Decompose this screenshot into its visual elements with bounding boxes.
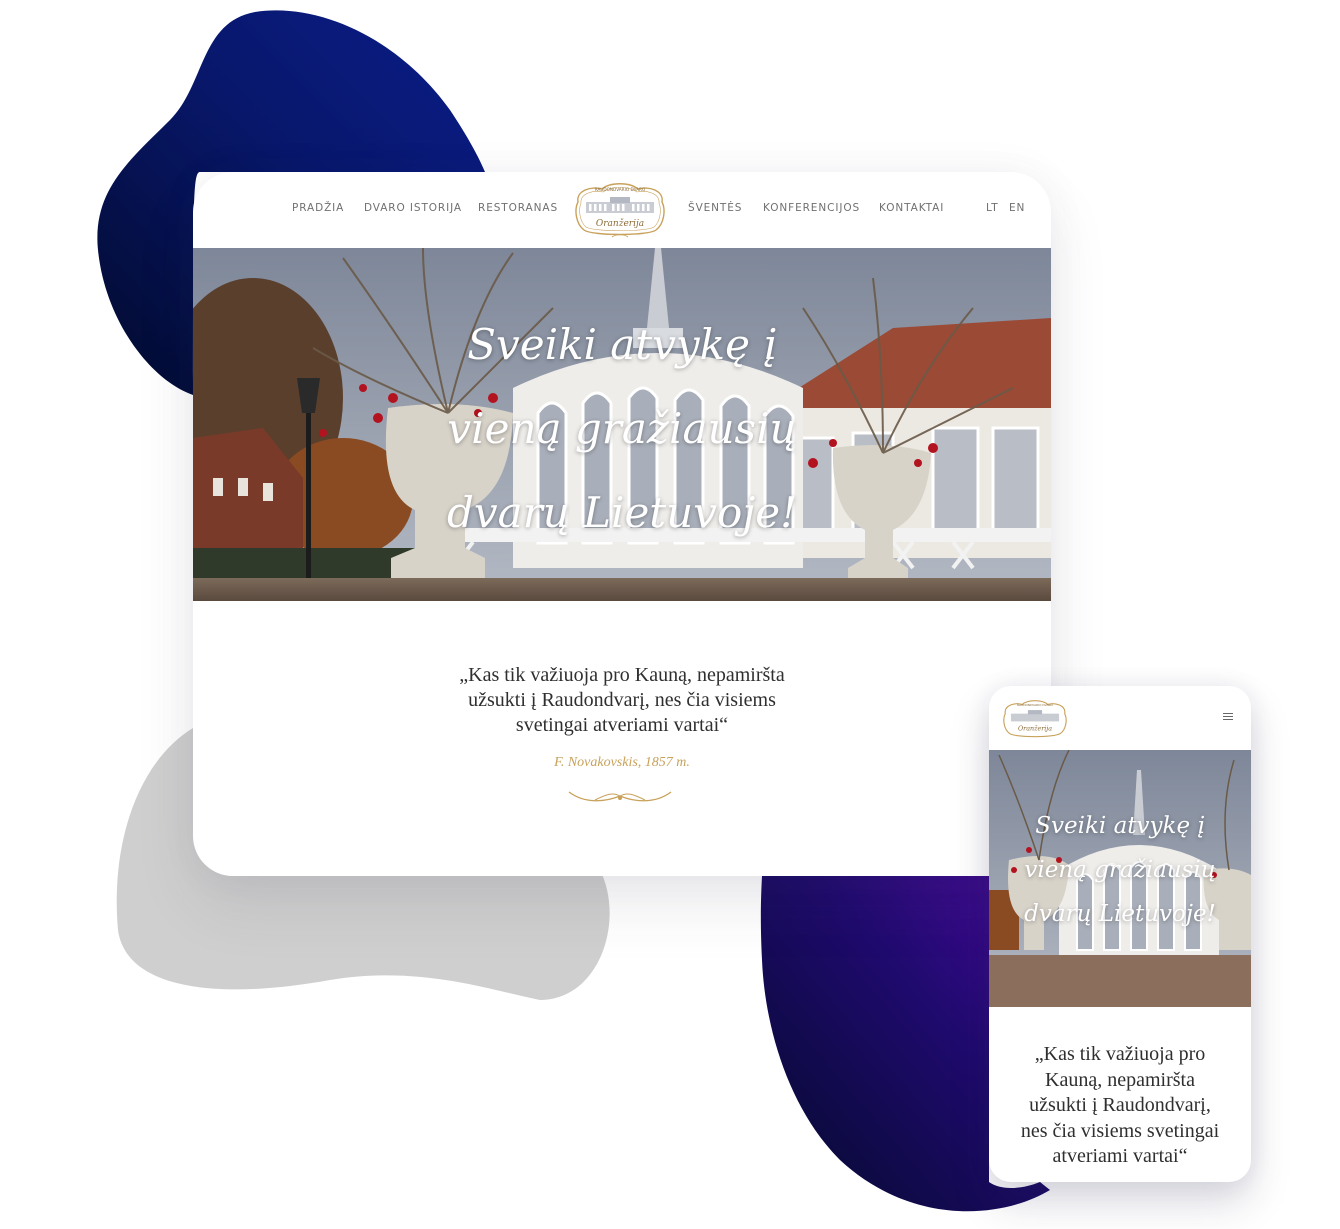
mobile-quote-text: „Kas tik važiuoja pro Kauną, nepamiršta … [989,1042,1251,1170]
mobile-hero-banner: Sveiki atvykę į vieną gražiausių dvarų L… [989,750,1251,1007]
hamburger-menu-icon[interactable] [1223,713,1233,721]
main-navigation: PRADŽIA DVARO ISTORIJA RESTORANAS ŠVENTĖ… [193,172,1051,248]
mobile-hero-title-line-2: vieną gražiausių [1024,857,1216,883]
mobile-logo-script-text: Oranžerija [1018,725,1052,733]
quote-line-3: svetingai atveriami vartai“ [515,714,729,736]
mobile-hero-title: Sveiki atvykę į vieną gražiausių dvarų L… [989,804,1251,936]
mobile-quote-line-4: nes čia visiems svetingai [1020,1119,1220,1142]
mobile-hero-title-line-3: dvarų Lietuvoje! [1024,901,1216,927]
hero-title-line-3: dvarų Lietuvoje! [446,488,797,537]
mobile-quote-line-5: atveriami vartai“ [1052,1145,1188,1167]
hero-title-line-1: Sveiki atvykę į [467,320,777,369]
lang-lt-link[interactable]: LT [986,202,999,214]
mobile-manor-logo[interactable]: RAUDONDVARIO DVARO Oranžerija [1001,698,1069,742]
logo-script-text: Oranžerija [596,218,644,229]
lang-en-link[interactable]: EN [1009,202,1025,214]
mobile-mockup: RAUDONDVARIO DVARO Oranžerija Sveiki atv… [989,686,1251,1182]
quote-text: „Kas tik važiuoja pro Kauną, nepamiršta … [193,663,1051,738]
mobile-quote-line-1: „Kas tik važiuoja pro [1034,1043,1206,1065]
mobile-hero-title-line-1: Sveiki atvykę į [1035,813,1205,839]
hero-title-line-2: vieną gražiausių [447,404,797,453]
nav-item-konferencijos[interactable]: KONFERENCIJOS [763,202,860,214]
mobile-quote-line-3: užsukti į Raudondvarį, [1029,1094,1211,1116]
manor-logo[interactable]: RAUDONDVARIO DVARO Oranžerija [572,180,668,242]
logo-arc-text: RAUDONDVARIO DVARO [595,187,646,192]
hero-title: Sveiki atvykę į vieną gražiausių dvarų L… [193,303,1051,555]
nav-item-dvaro-istorija[interactable]: DVARO ISTORIJA [364,202,462,214]
nav-item-sventes[interactable]: ŠVENTĖS [688,202,742,214]
gold-flourish-icon [568,791,672,802]
hero-banner: Sveiki atvykę į vieną gražiausių dvarų L… [193,248,1051,601]
mobile-quote-line-2: Kauną, nepamiršta [1045,1068,1195,1091]
quote-line-1: „Kas tik važiuoja pro Kauną, nepamiršta [459,664,785,686]
nav-item-kontaktai[interactable]: KONTAKTAI [879,202,944,214]
quote-attribution: F. Novakovskis, 1857 m. [554,755,690,770]
mobile-logo-arc-text: RAUDONDVARIO DVARO [1017,703,1053,707]
quote-line-2: užsukti į Raudondvarį, nes čia visiems [468,689,776,711]
nav-item-pradzia[interactable]: PRADŽIA [292,202,344,214]
nav-item-restoranas[interactable]: RESTORANAS [478,202,558,214]
desktop-mockup: PRADŽIA DVARO ISTORIJA RESTORANAS ŠVENTĖ… [193,172,1051,876]
